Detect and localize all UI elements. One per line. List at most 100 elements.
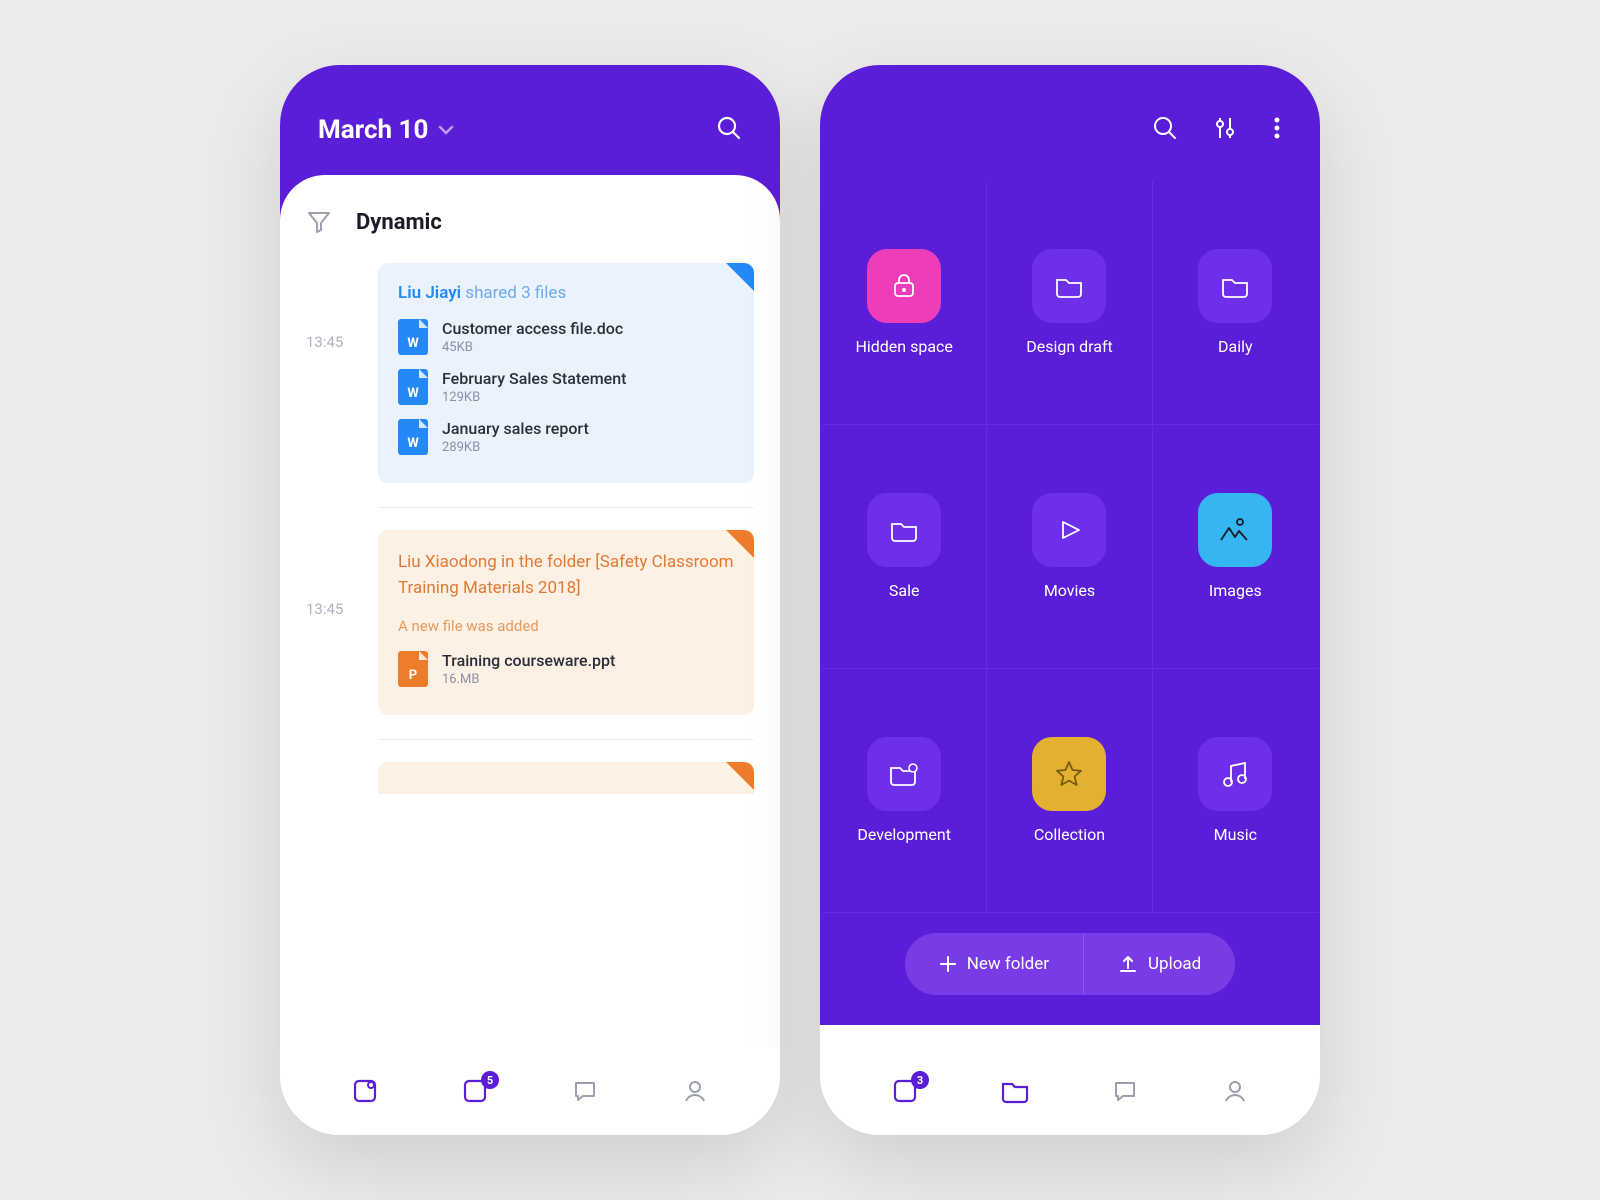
search-button[interactable] — [716, 115, 742, 145]
new-folder-button[interactable]: New folder — [905, 933, 1084, 995]
badge: 5 — [481, 1071, 499, 1089]
folder-icon — [888, 514, 920, 546]
star-icon — [1053, 758, 1085, 790]
tab-files[interactable]: 5 — [449, 1077, 501, 1105]
folder-collection[interactable]: Collection — [987, 669, 1152, 913]
file-size: 16.MB — [442, 672, 615, 687]
button-label: Upload — [1148, 954, 1201, 974]
tab-chat[interactable] — [1099, 1077, 1151, 1105]
tab-files[interactable] — [989, 1077, 1041, 1105]
folder-development[interactable]: Development — [822, 669, 987, 913]
plus-icon — [939, 955, 957, 973]
folder-music[interactable]: Music — [1153, 669, 1318, 913]
corner-fold-icon — [726, 530, 754, 558]
event-time: 13:45 — [306, 530, 362, 715]
list-item[interactable]: W February Sales Statement 129KB — [398, 369, 734, 405]
sliders-icon — [1212, 115, 1238, 141]
folder-label: Movies — [1044, 581, 1095, 600]
tab-home[interactable] — [339, 1077, 391, 1105]
folder-grid: Hidden space Design draft Daily Sale Mov… — [820, 161, 1320, 923]
sort-button[interactable] — [1212, 115, 1238, 141]
word-file-icon: W — [398, 369, 428, 405]
tab-profile[interactable] — [1209, 1077, 1261, 1105]
corner-fold-icon — [726, 263, 754, 291]
ppt-file-icon: P — [398, 651, 428, 687]
folder-movies[interactable]: Movies — [987, 425, 1152, 669]
event-subtext: A new file was added — [398, 617, 734, 635]
file-name: Customer access file.doc — [442, 319, 623, 338]
upload-button[interactable]: Upload — [1084, 933, 1235, 995]
folder-images[interactable]: Images — [1153, 425, 1318, 669]
file-size: 289KB — [442, 440, 589, 455]
divider — [378, 507, 754, 508]
folder-icon — [1000, 1077, 1030, 1105]
badge: 3 — [911, 1071, 929, 1089]
event-action: shared 3 files — [465, 283, 566, 303]
folder-icon — [1053, 270, 1085, 302]
search-icon — [716, 115, 742, 141]
upload-icon — [1118, 954, 1138, 974]
folder-icon — [1219, 270, 1251, 302]
tab-bar: 3 — [820, 1047, 1320, 1135]
search-icon — [1152, 115, 1178, 141]
event-time: 13:45 — [306, 263, 362, 483]
folder-hidden-space[interactable]: Hidden space — [822, 181, 987, 425]
date-label: March 10 — [318, 115, 428, 145]
folder-gear-icon — [887, 758, 921, 790]
image-icon — [1218, 515, 1252, 545]
file-name: Training courseware.ppt — [442, 651, 615, 670]
user-icon — [1221, 1077, 1249, 1105]
event-user: Liu Jiayi — [398, 283, 461, 303]
lock-icon — [888, 270, 920, 302]
music-icon — [1219, 758, 1251, 790]
tab-home[interactable]: 3 — [879, 1077, 931, 1105]
action-bar: New folder Upload — [905, 933, 1235, 995]
chat-icon — [571, 1077, 599, 1105]
folder-label: Images — [1209, 581, 1262, 600]
folders-screen: Hidden space Design draft Daily Sale Mov… — [820, 65, 1320, 1135]
tab-profile[interactable] — [669, 1077, 721, 1105]
file-name: February Sales Statement — [442, 369, 626, 388]
folder-label: Sale — [889, 581, 920, 600]
event-heading: Liu Jiayi shared 3 files — [398, 283, 734, 303]
folder-design-draft[interactable]: Design draft — [987, 181, 1152, 425]
note-icon — [351, 1077, 379, 1105]
more-vertical-icon — [1272, 115, 1282, 141]
event-card-added[interactable]: Liu Xiaodong in the folder [Safety Class… — [378, 530, 754, 715]
chevron-down-icon — [438, 125, 454, 135]
more-button[interactable] — [1272, 115, 1282, 141]
section-title: Dynamic — [356, 210, 442, 235]
divider — [378, 739, 754, 740]
list-item[interactable]: P Training courseware.ppt 16.MB — [398, 651, 734, 687]
folder-daily[interactable]: Daily — [1153, 181, 1318, 425]
event-row: 13:45 Liu Jiayi shared 3 files W Custome… — [306, 263, 754, 483]
event-card-shared[interactable]: Liu Jiayi shared 3 files W Customer acce… — [378, 263, 754, 483]
folder-label: Daily — [1218, 337, 1253, 356]
folder-label: Music — [1214, 825, 1257, 844]
corner-fold-icon — [726, 762, 754, 790]
folder-label: Collection — [1034, 825, 1105, 844]
search-button[interactable] — [1152, 115, 1178, 141]
button-label: New folder — [967, 954, 1049, 974]
file-size: 45KB — [442, 340, 623, 355]
feed-card: Dynamic 13:45 Liu Jiayi shared 3 files W… — [280, 175, 780, 1135]
header — [820, 65, 1320, 161]
list-item[interactable]: W Customer access file.doc 45KB — [398, 319, 734, 355]
file-name: January sales report — [442, 419, 589, 438]
tab-chat[interactable] — [559, 1077, 611, 1105]
date-picker[interactable]: March 10 — [318, 115, 454, 145]
event-heading: Liu Xiaodong in the folder [Safety Class… — [398, 550, 734, 601]
folder-sale[interactable]: Sale — [822, 425, 987, 669]
word-file-icon: W — [398, 419, 428, 455]
tab-bar: 5 — [280, 1047, 780, 1135]
event-card-peek[interactable] — [378, 762, 754, 794]
play-icon — [1053, 514, 1085, 546]
activity-screen: March 10 Dynamic 13:45 Liu Jiayi shared … — [280, 65, 780, 1135]
event-row: 13:45 Liu Xiaodong in the folder [Safety… — [306, 530, 754, 715]
file-size: 129KB — [442, 390, 626, 405]
funnel-icon[interactable] — [306, 209, 332, 235]
list-item[interactable]: W January sales report 289KB — [398, 419, 734, 455]
folder-label: Design draft — [1026, 337, 1113, 356]
word-file-icon: W — [398, 319, 428, 355]
chat-icon — [1111, 1077, 1139, 1105]
